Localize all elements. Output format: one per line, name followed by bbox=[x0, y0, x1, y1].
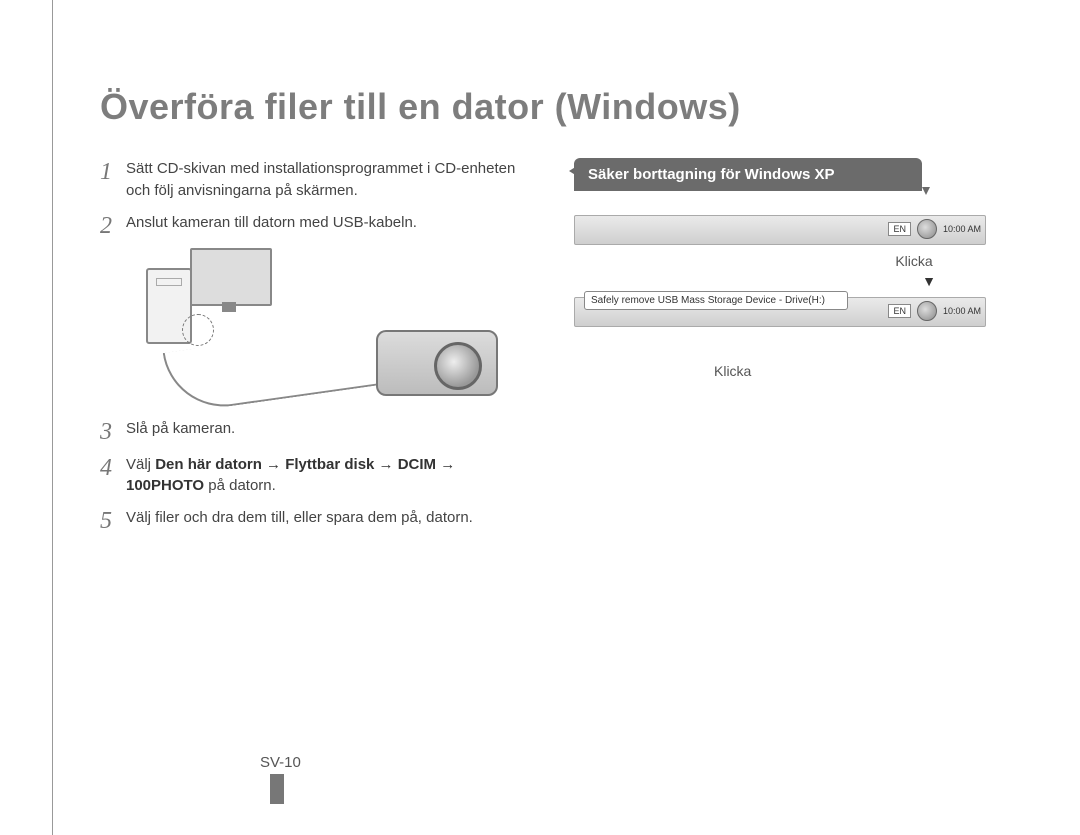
step-number: 2 bbox=[100, 212, 126, 238]
step-text: Slå på kameran. bbox=[126, 418, 235, 440]
step4-prefix: Välj bbox=[126, 456, 155, 473]
usb-port-highlight bbox=[182, 314, 214, 346]
left-divider bbox=[52, 0, 53, 835]
callout-column: Säker borttagning för Windows XP EN 10:0… bbox=[574, 158, 1004, 543]
step4-bold: Den här datorn → Flyttbar disk → DCIM → … bbox=[126, 456, 455, 495]
step-number: 1 bbox=[100, 158, 126, 184]
tray-language: EN bbox=[888, 222, 911, 236]
page-content: Överföra filer till en dator (Windows) 1… bbox=[100, 86, 1020, 543]
system-tray: EN 10:00 AM bbox=[888, 219, 981, 239]
step-number: 5 bbox=[100, 507, 126, 533]
step-4: 4 Välj Den här datorn → Flyttbar disk → … bbox=[100, 454, 530, 498]
click-label-1: Klicka bbox=[824, 253, 1004, 269]
connect-illustration bbox=[126, 248, 530, 398]
step-number: 4 bbox=[100, 454, 126, 480]
step-5: 5 Välj filer och dra dem till, eller spa… bbox=[100, 507, 530, 533]
safely-remove-icon bbox=[917, 219, 937, 239]
tray-clock: 10:00 AM bbox=[943, 224, 981, 234]
balloon-tooltip: Safely remove USB Mass Storage Device - … bbox=[584, 291, 848, 310]
step-2: 2 Anslut kameran till datorn med USB-kab… bbox=[100, 212, 530, 238]
tray-clock: 10:00 AM bbox=[943, 306, 981, 316]
page-title: Överföra filer till en dator (Windows) bbox=[100, 86, 1020, 128]
click-label-2: Klicka bbox=[714, 363, 1004, 379]
camera-icon bbox=[376, 330, 498, 396]
monitor-stand-icon bbox=[222, 302, 236, 312]
monitor-icon bbox=[190, 248, 272, 306]
tray-language: EN bbox=[888, 304, 911, 318]
step-text: Välj Den här datorn → Flyttbar disk → DC… bbox=[126, 454, 530, 498]
step-3: 3 Slå på kameran. bbox=[100, 418, 530, 444]
callout-header: Säker borttagning för Windows XP bbox=[574, 158, 922, 191]
step4-suffix: på datorn. bbox=[204, 477, 276, 494]
step-number: 3 bbox=[100, 418, 126, 444]
system-tray: EN 10:00 AM bbox=[888, 301, 981, 321]
columns: 1 Sätt CD-skivan med installationsprogra… bbox=[100, 158, 1020, 543]
step-1: 1 Sätt CD-skivan med installationsprogra… bbox=[100, 158, 530, 202]
taskbar-screenshot-1: EN 10:00 AM bbox=[574, 215, 986, 245]
step-text: Välj filer och dra dem till, eller spara… bbox=[126, 507, 473, 529]
down-arrow-icon: ▼ bbox=[854, 273, 1004, 289]
manual-page: Överföra filer till en dator (Windows) 1… bbox=[0, 0, 1080, 835]
step-text: Anslut kameran till datorn med USB-kabel… bbox=[126, 212, 417, 234]
safely-remove-icon bbox=[917, 301, 937, 321]
step-text: Sätt CD-skivan med installationsprogramm… bbox=[126, 158, 530, 202]
page-number: SV-10 bbox=[260, 754, 301, 771]
steps-column: 1 Sätt CD-skivan med installationsprogra… bbox=[100, 158, 530, 543]
